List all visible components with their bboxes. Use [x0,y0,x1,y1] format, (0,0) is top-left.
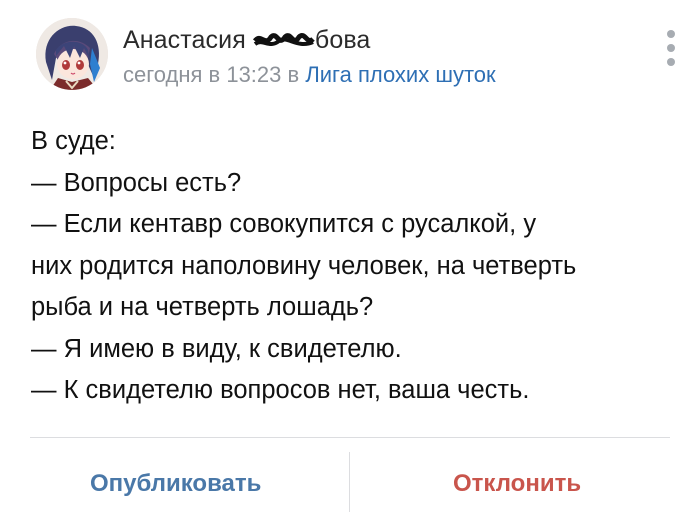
author-name-first: Анастасия [123,26,253,54]
publish-button[interactable]: Опубликовать [90,470,261,498]
post-text-line: — Я имею в виду, к свидетелю. [31,334,402,363]
author-name-last: бова [314,26,371,54]
post-text-line: — Если кентавр совокупится с русалкой, у [31,210,537,238]
avatar-image [36,18,108,90]
actions-divider [30,437,670,438]
post-text-line: В суде: [31,127,116,155]
post-text-line: — Вопросы есть? [31,168,242,197]
more-dot [667,58,675,66]
post-header: Анастасия бова сегодня в 13:23 в Лига пл… [36,18,676,108]
meta-in-word: в [281,62,306,87]
group-link[interactable]: Лига плохих шуток [305,62,495,87]
redaction-scribble [252,33,315,46]
post-time: сегодня в 13:23 [123,62,282,87]
post-text: В суде: — Вопросы есть? — Если кентавр с… [31,121,681,412]
post-meta: сегодня в 13:23 в Лига плохих шуток [123,62,496,88]
post-text-line: них родится наполовину человек, на четве… [31,251,577,280]
more-vertical-icon[interactable] [666,30,676,66]
author-name[interactable]: Анастасия бова [123,26,370,55]
more-dot [667,44,675,52]
more-dot [667,30,675,38]
buttons-separator [349,452,350,512]
post-text-line: — К свидетелю вопросов нет, ваша честь. [31,376,530,404]
avatar[interactable] [36,18,108,90]
post-text-line: рыба и на четверть лошадь? [31,293,374,321]
reject-button[interactable]: Отклонить [453,470,581,498]
